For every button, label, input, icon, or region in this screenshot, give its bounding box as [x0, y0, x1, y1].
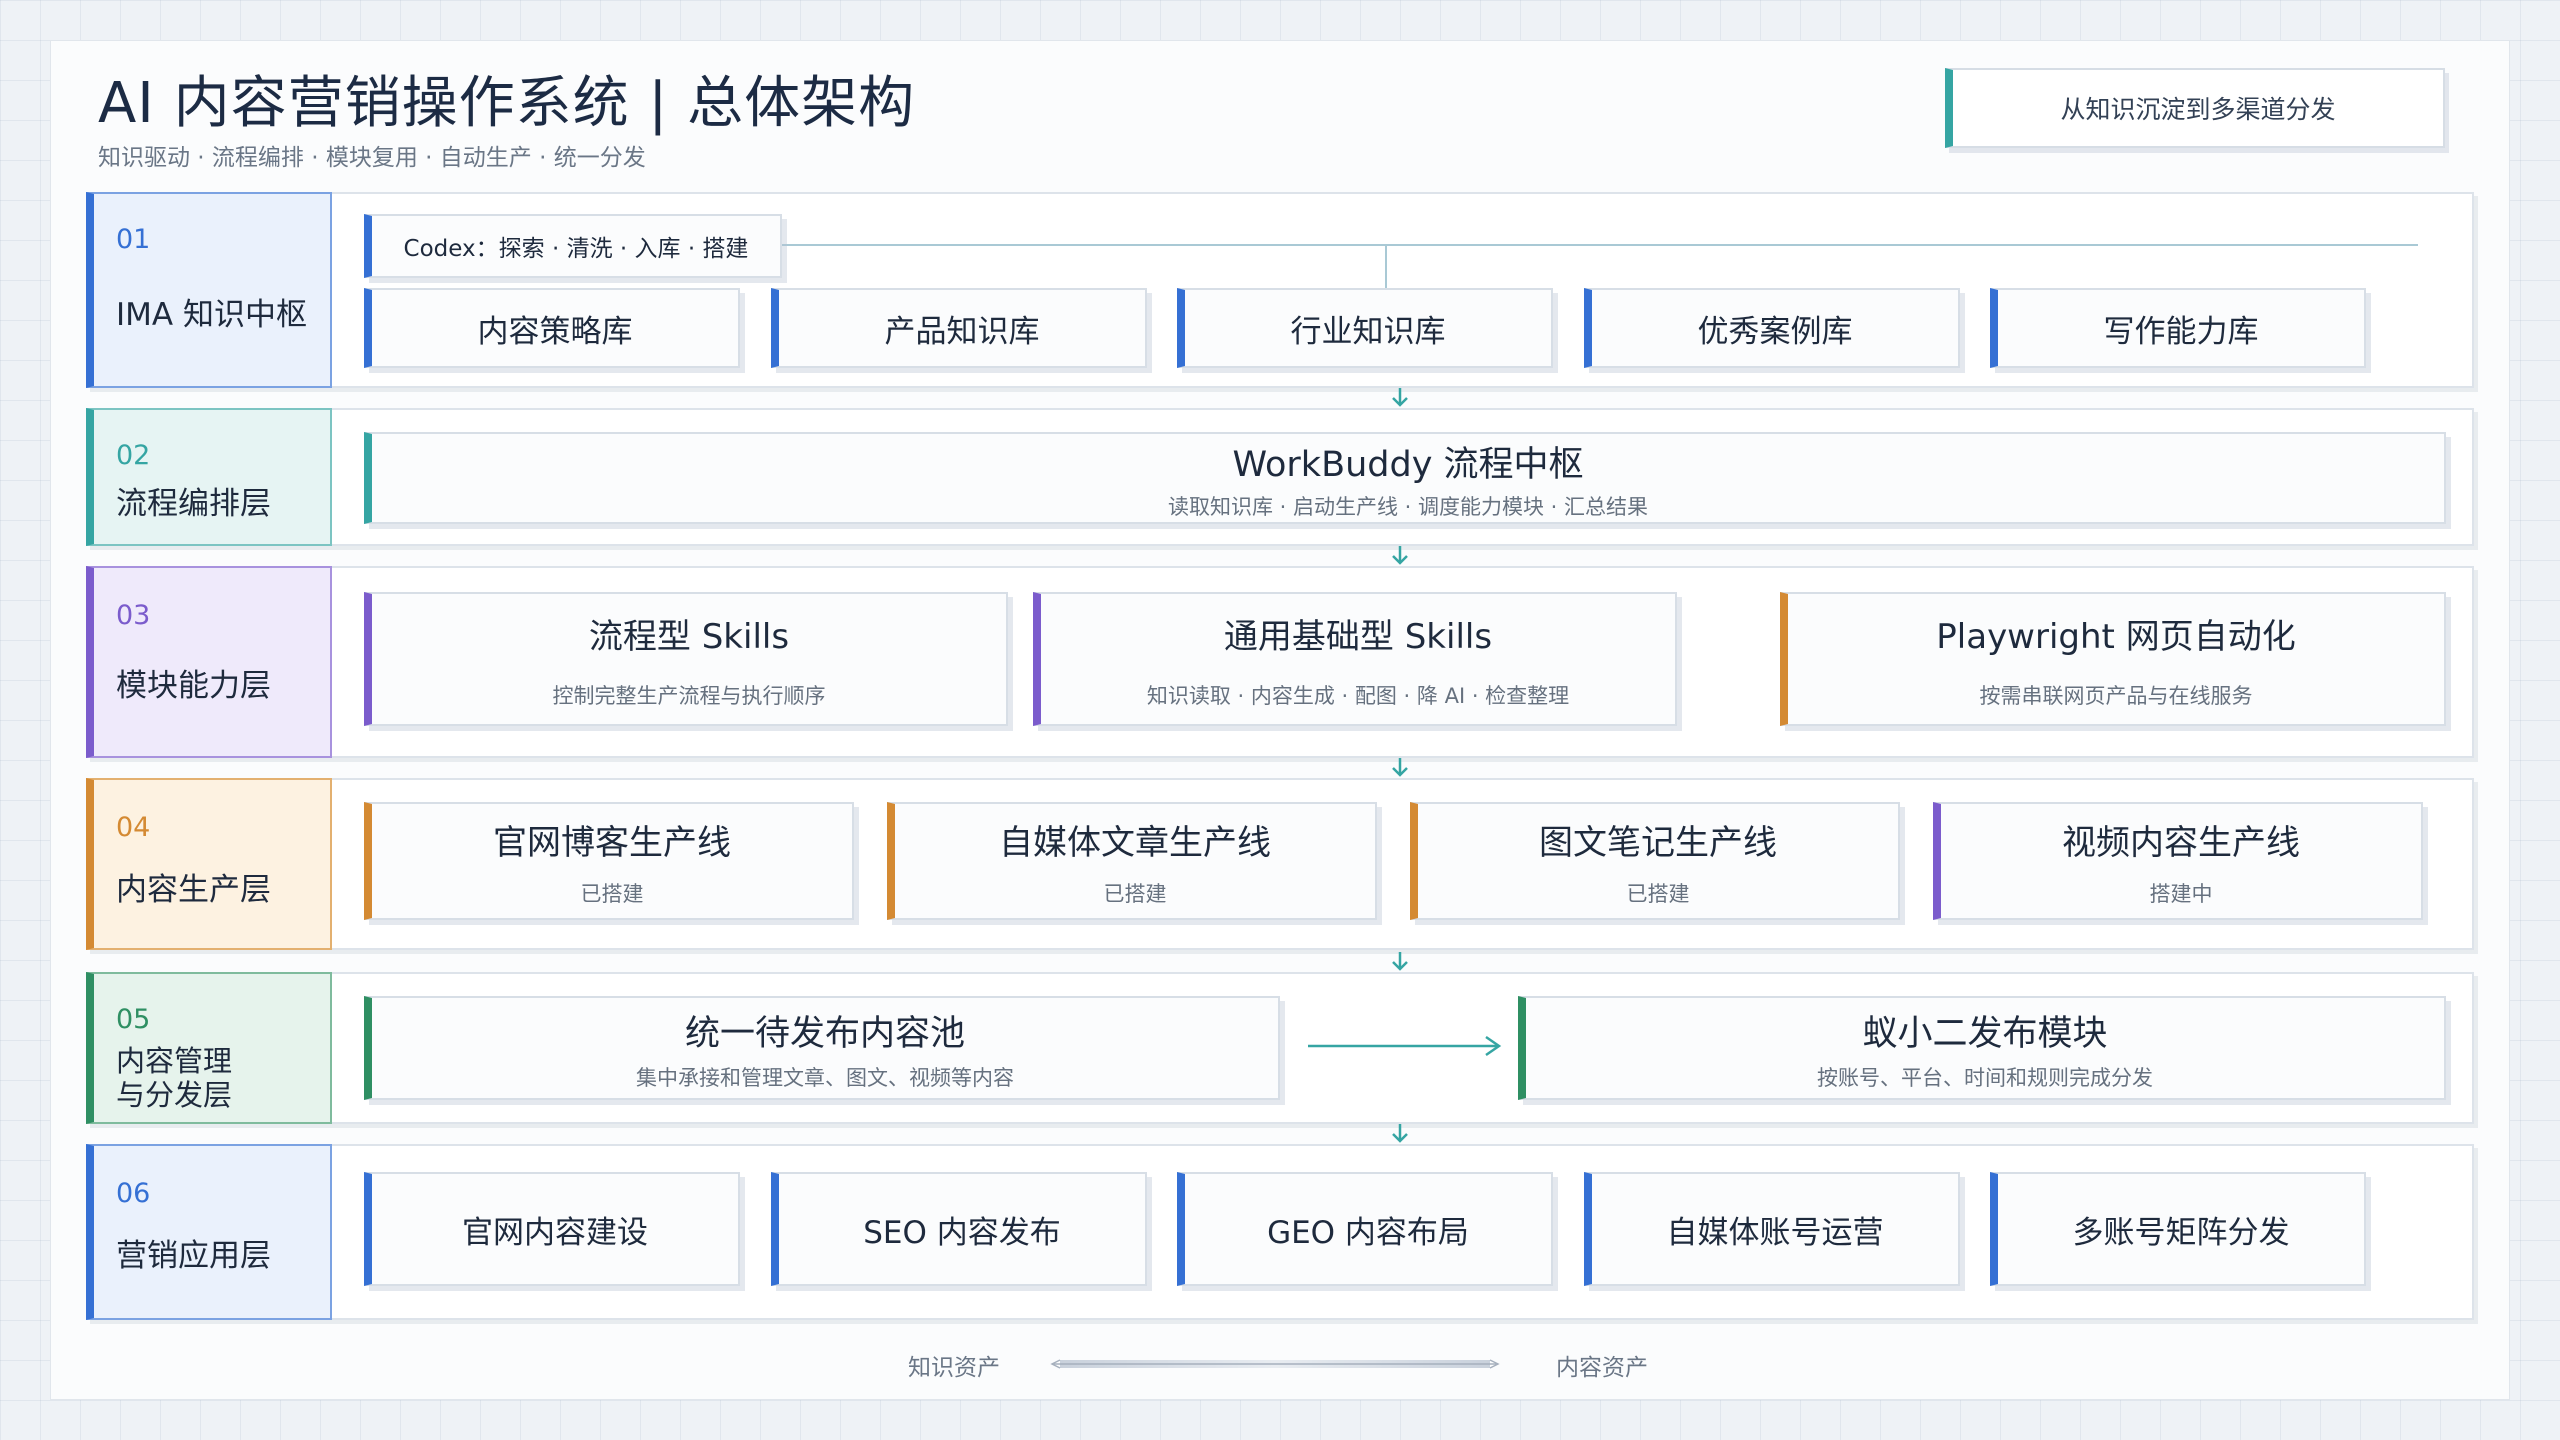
layer-number: 05: [116, 1004, 151, 1035]
kb-label: 写作能力库: [2103, 313, 2259, 350]
pool-subtitle: 集中承接和管理文章、图文、视频等内容: [636, 1065, 1014, 1090]
line-status: 搭建中: [2149, 881, 2213, 906]
workbuddy-hub: WorkBuddy 流程中枢 读取知识库 · 启动生产线 · 调度能力模块 · …: [364, 432, 2446, 524]
line-blog: 官网博客生产线 已搭建: [364, 802, 854, 920]
app-label: GEO 内容布局: [1267, 1214, 1469, 1251]
line-note: 图文笔记生产线 已搭建: [1410, 802, 1900, 920]
app-website: 官网内容建设: [364, 1172, 740, 1286]
asset-axis-line: [1050, 1359, 1500, 1369]
layer-name: 内容生产层: [116, 872, 271, 908]
skill-title: 通用基础型 Skills: [1223, 616, 1493, 657]
layer-02-orchestration: 02 流程编排层 WorkBuddy 流程中枢 读取知识库 · 启动生产线 · …: [86, 408, 2474, 546]
kb-industry: 行业知识库: [1177, 288, 1553, 368]
app-social: 自媒体账号运营: [1584, 1172, 1960, 1286]
skill-title: Playwright 网页自动化: [1936, 616, 2296, 657]
line-title: 图文笔记生产线: [1539, 822, 1777, 863]
line-status: 已搭建: [1626, 881, 1690, 906]
hub-subtitle: 读取知识库 · 启动生产线 · 调度能力模块 · 汇总结果: [1167, 494, 1649, 519]
layer-label: 05 内容管理 与分发层: [86, 972, 332, 1124]
footer-left-label: 知识资产: [908, 1355, 1000, 1381]
footer-right-label: 内容资产: [1556, 1355, 1648, 1381]
layer-label: 02 流程编排层: [86, 408, 332, 546]
kb-content-strategy: 内容策略库: [364, 288, 740, 368]
layer-label: 03 模块能力层: [86, 566, 332, 758]
app-seo: SEO 内容发布: [771, 1172, 1147, 1286]
arrow-down-icon: [1392, 758, 1408, 777]
skill-title: 流程型 Skills: [588, 616, 790, 657]
app-label: 官网内容建设: [462, 1214, 648, 1251]
arrow-right-icon: [1308, 1035, 1502, 1057]
skill-general: 通用基础型 Skills 知识读取 · 内容生成 · 配图 · 降 AI · 检…: [1033, 592, 1677, 726]
app-matrix: 多账号矩阵分发: [1990, 1172, 2366, 1286]
skill-process: 流程型 Skills 控制完整生产流程与执行顺序: [364, 592, 1008, 726]
layer-name-line1: 内容管理: [116, 1044, 233, 1078]
arrow-down-icon: [1392, 1124, 1408, 1143]
layer-03-capabilities: 03 模块能力层 流程型 Skills 控制完整生产流程与执行顺序 通用基础型 …: [86, 566, 2474, 758]
arrow-down-icon: [1392, 546, 1408, 565]
page-title: AI 内容营销操作系统 | 总体架构: [98, 71, 916, 136]
kb-label: 行业知识库: [1290, 313, 1446, 350]
flow-tag-label: 从知识沉淀到多渠道分发: [2060, 95, 2336, 124]
layer-05-distribution: 05 内容管理 与分发层 统一待发布内容池 集中承接和管理文章、图文、视频等内容…: [86, 972, 2474, 1124]
flow-tag: 从知识沉淀到多渠道分发: [1945, 68, 2445, 148]
pool-title: 统一待发布内容池: [684, 1013, 965, 1054]
line-video: 视频内容生产线 搭建中: [1933, 802, 2423, 920]
content-pool: 统一待发布内容池 集中承接和管理文章、图文、视频等内容: [364, 996, 1280, 1100]
layer-number: 02: [116, 440, 151, 471]
kb-label: 优秀案例库: [1697, 313, 1853, 350]
skill-playwright: Playwright 网页自动化 按需串联网页产品与在线服务: [1780, 592, 2446, 726]
kb-product: 产品知识库: [771, 288, 1147, 368]
publish-title: 蚁小二发布模块: [1862, 1013, 2108, 1054]
layer-name-line2: 与分发层: [116, 1078, 233, 1112]
layer-number: 04: [116, 812, 151, 843]
skill-subtitle: 按需串联网页产品与在线服务: [1979, 683, 2253, 708]
app-geo: GEO 内容布局: [1177, 1172, 1553, 1286]
app-label: 自媒体账号运营: [1666, 1214, 1884, 1251]
codex-label: Codex：探索 · 清洗 · 入库 · 搭建: [403, 236, 749, 262]
arrow-down-icon: [1392, 388, 1408, 407]
layer-01-knowledge: 01 IMA 知识中枢 Codex：探索 · 清洗 · 入库 · 搭建 内容策略…: [86, 192, 2474, 388]
layer-label: 04 内容生产层: [86, 778, 332, 950]
codex-box: Codex：探索 · 清洗 · 入库 · 搭建: [364, 214, 782, 278]
layer-name: 模块能力层: [116, 668, 271, 704]
app-label: SEO 内容发布: [863, 1214, 1061, 1251]
page-subtitle: 知识驱动 · 流程编排 · 模块复用 · 自动生产 · 统一分发: [98, 145, 646, 171]
line-title: 官网博客生产线: [493, 822, 731, 863]
publish-subtitle: 按账号、平台、时间和规则完成分发: [1817, 1065, 2153, 1090]
layer-name: 流程编排层: [116, 486, 271, 522]
layer-label: 06 营销应用层: [86, 1144, 332, 1320]
kb-label: 内容策略库: [477, 313, 633, 350]
kb-label: 产品知识库: [884, 313, 1040, 350]
layer-number: 03: [116, 600, 151, 631]
yixiaoer-module: 蚁小二发布模块 按账号、平台、时间和规则完成分发: [1518, 996, 2446, 1100]
kb-writing: 写作能力库: [1990, 288, 2366, 368]
layer-number: 06: [116, 1178, 151, 1209]
line-article: 自媒体文章生产线 已搭建: [887, 802, 1377, 920]
line-status: 已搭建: [1103, 881, 1167, 906]
hub-title: WorkBuddy 流程中枢: [1232, 444, 1584, 485]
arrow-down-icon: [1392, 952, 1408, 971]
line-title: 视频内容生产线: [2062, 822, 2300, 863]
app-label: 多账号矩阵分发: [2072, 1214, 2290, 1251]
line-title: 自媒体文章生产线: [999, 822, 1271, 863]
kb-cases: 优秀案例库: [1584, 288, 1960, 368]
skill-subtitle: 控制完整生产流程与执行顺序: [552, 683, 826, 708]
layer-04-production: 04 内容生产层 官网博客生产线 已搭建 自媒体文章生产线 已搭建 图文笔记生产…: [86, 778, 2474, 950]
line-status: 已搭建: [580, 881, 644, 906]
layer-06-applications: 06 营销应用层 官网内容建设 SEO 内容发布 GEO 内容布局 自媒体账号运…: [86, 1144, 2474, 1320]
layer-name: 营销应用层: [116, 1238, 271, 1274]
skill-subtitle: 知识读取 · 内容生成 · 配图 · 降 AI · 检查整理: [1146, 683, 1570, 708]
